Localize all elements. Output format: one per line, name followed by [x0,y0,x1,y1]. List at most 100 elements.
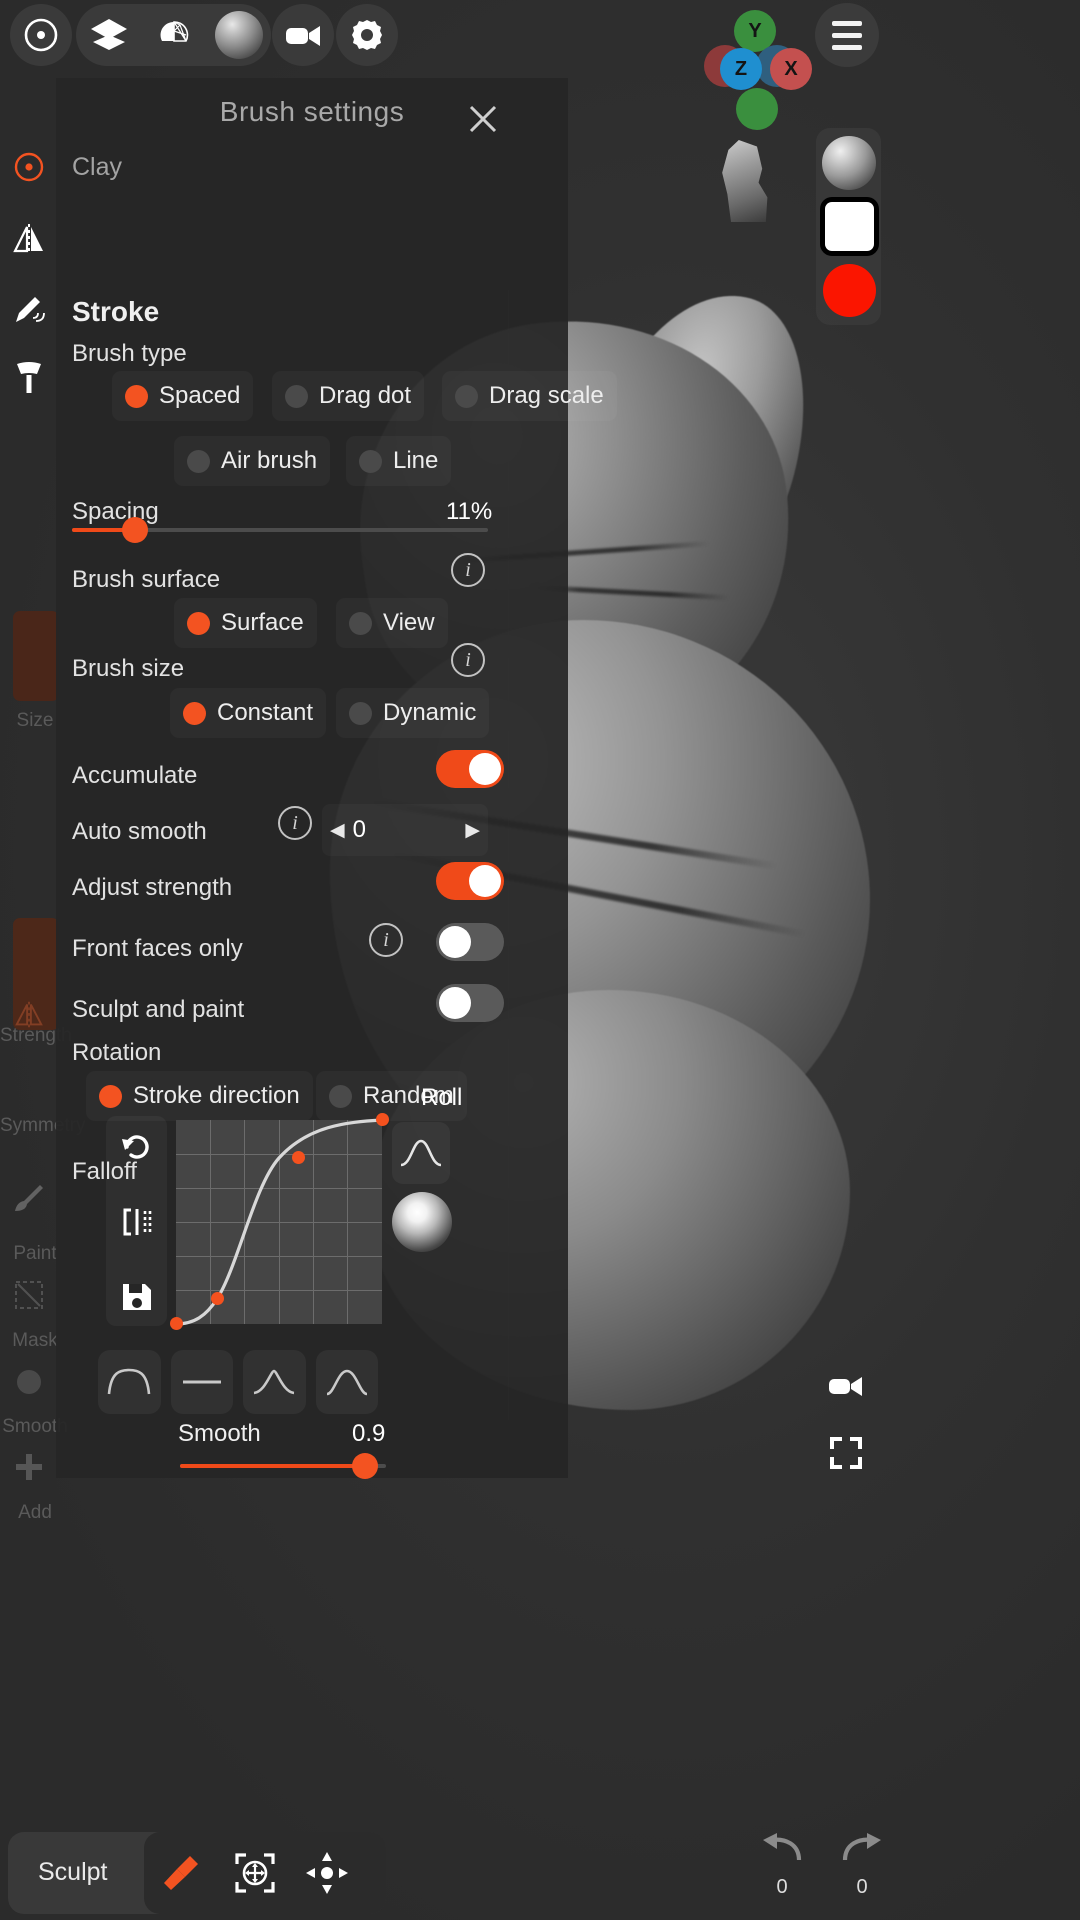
toggle-knob-icon [439,987,471,1019]
gizmo-axis-x[interactable]: X [770,48,812,90]
radio-dot-icon [125,384,148,408]
topology-icon[interactable] [143,4,205,66]
redo-button[interactable]: 0 [822,1830,902,1908]
gizmo-axis-x-label: X [784,57,798,80]
mode-label[interactable]: Sculpt [38,1858,107,1887]
gizmo-axis-y-label: Y [748,19,762,42]
radio-label: Drag scale [489,382,604,409]
radio-label: Dynamic [383,699,477,726]
size-slider[interactable] [13,611,59,701]
curve-path [174,1118,384,1326]
radio-dot-icon [183,701,206,725]
gizmo-axis-z-label: Z [734,57,748,80]
curve-tools [106,1116,167,1326]
preset-dome-button[interactable] [315,1350,378,1414]
hamburger-icon [832,32,862,38]
material-preview-icon[interactable] [822,136,876,190]
radio-drag-scale[interactable]: Drag scale [442,371,617,421]
section-heading-stroke: Stroke [72,296,160,327]
smooth-label: Smooth [178,1420,261,1447]
radio-dot-icon [349,611,372,635]
info-icon-auto-smooth[interactable]: i [278,806,312,840]
add-tool-icon[interactable] [10,1448,48,1486]
info-icon-brush-surface[interactable]: i [451,553,485,587]
hamburger-icon [832,20,862,26]
radio-label: Stroke direction [133,1082,300,1109]
preset-plateau-button[interactable] [98,1350,161,1414]
roll-label[interactable]: Roll [421,1084,462,1112]
info-icon-front-faces[interactable]: i [369,923,403,957]
chevron-left-icon[interactable]: ◀ [330,819,345,842]
adjust-strength-toggle[interactable] [436,862,504,900]
brush-surface-label: Brush surface [72,566,221,593]
curve-preview-thumb[interactable] [392,1122,450,1184]
spacing-value: 11% [446,498,493,525]
radio-dot-icon [187,449,210,473]
smooth-slider-knob[interactable] [352,1453,378,1479]
gizmo-axis-negy[interactable] [736,88,778,130]
pen-pressure-icon[interactable] [10,290,48,328]
radio-dot-icon [359,449,382,473]
fullscreen-icon[interactable] [815,1422,877,1484]
gizmo-axis-z[interactable]: Z [720,48,762,90]
undo-button[interactable]: 0 [742,1830,822,1908]
accumulate-toggle[interactable] [436,750,504,788]
layers-icon[interactable] [78,4,140,66]
preset-flat-button[interactable] [170,1350,233,1414]
radio-dot-icon [99,1084,122,1108]
rotation-label: Rotation [72,1039,162,1066]
mirror-curve-icon[interactable] [113,1198,160,1245]
target-icon[interactable] [10,4,72,66]
camera-icon[interactable] [272,4,334,66]
axis-gizmo[interactable]: Y Z X [690,10,820,130]
preset-spike-button[interactable] [243,1350,306,1414]
curve-control-point[interactable] [292,1151,305,1164]
auto-smooth-value: 0 [352,816,366,843]
gear-icon[interactable] [336,4,398,66]
camera-icon-bottom[interactable] [815,1355,877,1417]
color-swatch-white[interactable] [825,202,874,251]
brush-target-icon[interactable] [10,148,48,186]
undo-count: 0 [776,1876,788,1898]
material-sphere-icon[interactable] [208,4,270,66]
radio-label: Surface [221,609,304,636]
radio-stroke-direction[interactable]: Stroke direction [86,1071,313,1121]
radio-dot-icon [455,384,478,408]
info-icon-brush-size[interactable]: i [451,643,485,677]
curve-control-point[interactable] [211,1292,224,1305]
close-icon[interactable] [460,96,506,142]
brush-name[interactable]: Clay [72,153,122,182]
curve-control-point[interactable] [170,1317,183,1330]
chevron-right-icon[interactable]: ▶ [465,819,480,842]
sculpt-paint-toggle[interactable] [436,984,504,1022]
radio-drag-dot[interactable]: Drag dot [272,371,424,421]
gizmo-move-icon[interactable] [296,1842,358,1904]
front-faces-toggle[interactable] [436,923,504,961]
brush-tip-icon[interactable] [10,358,48,396]
curve-control-point[interactable] [376,1113,389,1126]
radio-air-brush[interactable]: Air brush [174,436,330,486]
falloff-preview-ball [392,1192,452,1252]
color-swatch-red[interactable] [823,264,876,317]
mask-tool-icon[interactable] [10,1276,48,1314]
brush-tool-icon[interactable] [150,1842,212,1904]
paint-tool-icon[interactable] [10,1178,48,1216]
smooth-tool-icon[interactable] [10,1363,48,1401]
spacing-slider-knob[interactable] [122,517,148,543]
transform-icon[interactable] [224,1842,286,1904]
auto-smooth-stepper[interactable]: ◀ 0 ▶ [322,804,488,856]
symmetry-icon[interactable] [10,220,48,258]
radio-surface[interactable]: Surface [174,598,317,648]
radio-dynamic[interactable]: Dynamic [336,688,489,738]
symmetry-toggle-icon[interactable] [10,995,48,1033]
reset-curve-icon[interactable] [113,1123,160,1170]
radio-view[interactable]: View [336,598,448,648]
radio-constant[interactable]: Constant [170,688,326,738]
menu-button[interactable] [815,3,879,67]
radio-spaced[interactable]: Spaced [112,371,253,421]
app-root: Y Z X Size Strength Symmetry Paint Mask … [0,0,1080,1920]
falloff-curve-editor[interactable] [170,1113,389,1330]
right-rail [816,128,881,325]
radio-line[interactable]: Line [346,436,451,486]
save-curve-icon[interactable] [113,1273,160,1320]
